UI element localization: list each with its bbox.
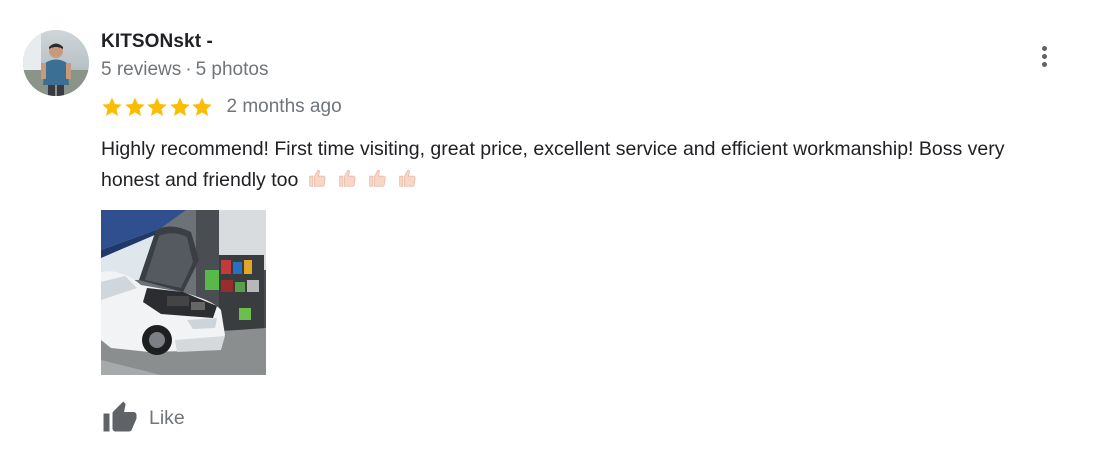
star-icon [101, 96, 124, 118]
star-rating [101, 96, 214, 118]
thumbs-up-emoji [306, 167, 328, 189]
more-vert-icon [1041, 45, 1047, 51]
reviewer-avatar[interactable] [23, 30, 89, 96]
star-icon [191, 96, 214, 118]
star-icon [169, 96, 192, 118]
more-vert-icon-dot [1041, 53, 1047, 59]
reviewer-meta: 5 reviews · 5 photos [101, 59, 268, 81]
like-label: Like [149, 406, 185, 429]
thumbs-up-emoji [366, 167, 388, 189]
meta-separator: · [185, 59, 192, 80]
thumbs-up-emoji [396, 167, 418, 189]
review-date: 2 months ago [226, 96, 342, 117]
review-photo[interactable] [101, 210, 266, 375]
star-icon [146, 96, 169, 118]
thumbs-up-emoji [336, 167, 358, 189]
reviews-count: 5 reviews [101, 59, 182, 80]
thumb-up-icon [101, 400, 139, 436]
review-card: KITSONskt - 5 reviews · 5 photos 2 month… [0, 0, 1102, 472]
review-text-line: Highly recommend! First time visiting, g… [101, 138, 1005, 160]
rating-row: 2 months ago [101, 95, 342, 119]
like-button[interactable]: Like [101, 400, 185, 436]
more-vert-icon-dot [1041, 61, 1047, 67]
star-icon [124, 96, 147, 118]
review-text: Highly recommend! First time visiting, g… [101, 134, 1101, 196]
reviewer-name[interactable]: KITSONskt - [101, 31, 213, 53]
review-text-line-2: honest and friendly too [101, 165, 1101, 196]
photos-count: 5 photos [195, 59, 269, 80]
more-options-button[interactable] [1030, 40, 1058, 72]
review-text-line: honest and friendly too [101, 169, 299, 191]
